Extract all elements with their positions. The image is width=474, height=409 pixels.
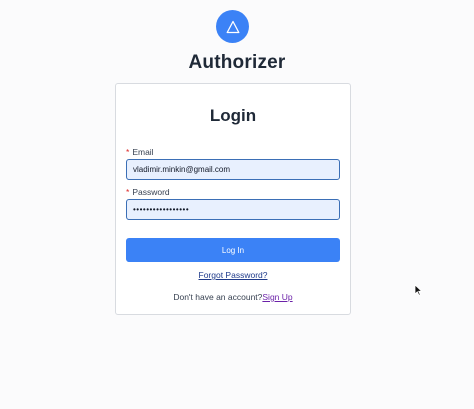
login-card: Login *Email *Password Log In Forgot Pas… bbox=[115, 83, 351, 315]
password-label: * Password bbox=[126, 187, 170, 197]
login-button[interactable]: Log In bbox=[126, 238, 340, 262]
password-label-text: Password bbox=[132, 187, 170, 197]
signup-link[interactable]: Sign Up bbox=[262, 292, 292, 302]
signup-row: Don't have an account?Sign Up bbox=[116, 292, 350, 302]
brand-logo bbox=[216, 10, 249, 43]
mouse-cursor-icon bbox=[414, 284, 423, 296]
signup-prompt: Don't have an account? bbox=[173, 292, 263, 302]
brand-name: Authorizer bbox=[188, 52, 286, 73]
required-mark: * bbox=[126, 147, 130, 157]
forgot-password-row: Forgot Password? bbox=[116, 270, 350, 280]
forgot-password-link[interactable]: Forgot Password? bbox=[199, 270, 268, 280]
page: Authorizer Login *Email *Password Log In… bbox=[0, 0, 474, 409]
email-field[interactable] bbox=[126, 159, 340, 180]
email-label-text: Email bbox=[132, 147, 154, 157]
triangle-icon bbox=[226, 20, 239, 33]
required-mark: * bbox=[126, 187, 130, 197]
email-label: * Email bbox=[126, 147, 154, 157]
password-field[interactable] bbox=[126, 199, 340, 220]
login-title: Login bbox=[209, 106, 257, 125]
